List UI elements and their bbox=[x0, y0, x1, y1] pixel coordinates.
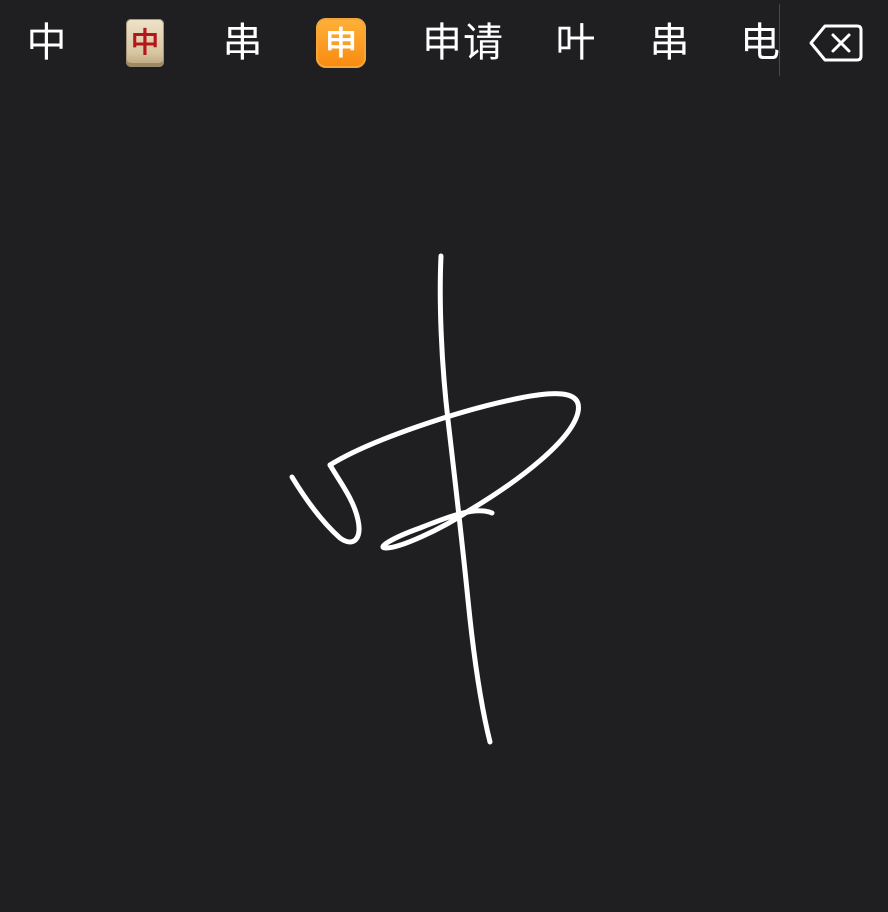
stroke-vertical bbox=[437, 253, 493, 745]
handwriting-canvas[interactable] bbox=[0, 86, 888, 912]
stroke-left-hook bbox=[289, 462, 362, 545]
handwriting-strokes bbox=[289, 253, 581, 745]
